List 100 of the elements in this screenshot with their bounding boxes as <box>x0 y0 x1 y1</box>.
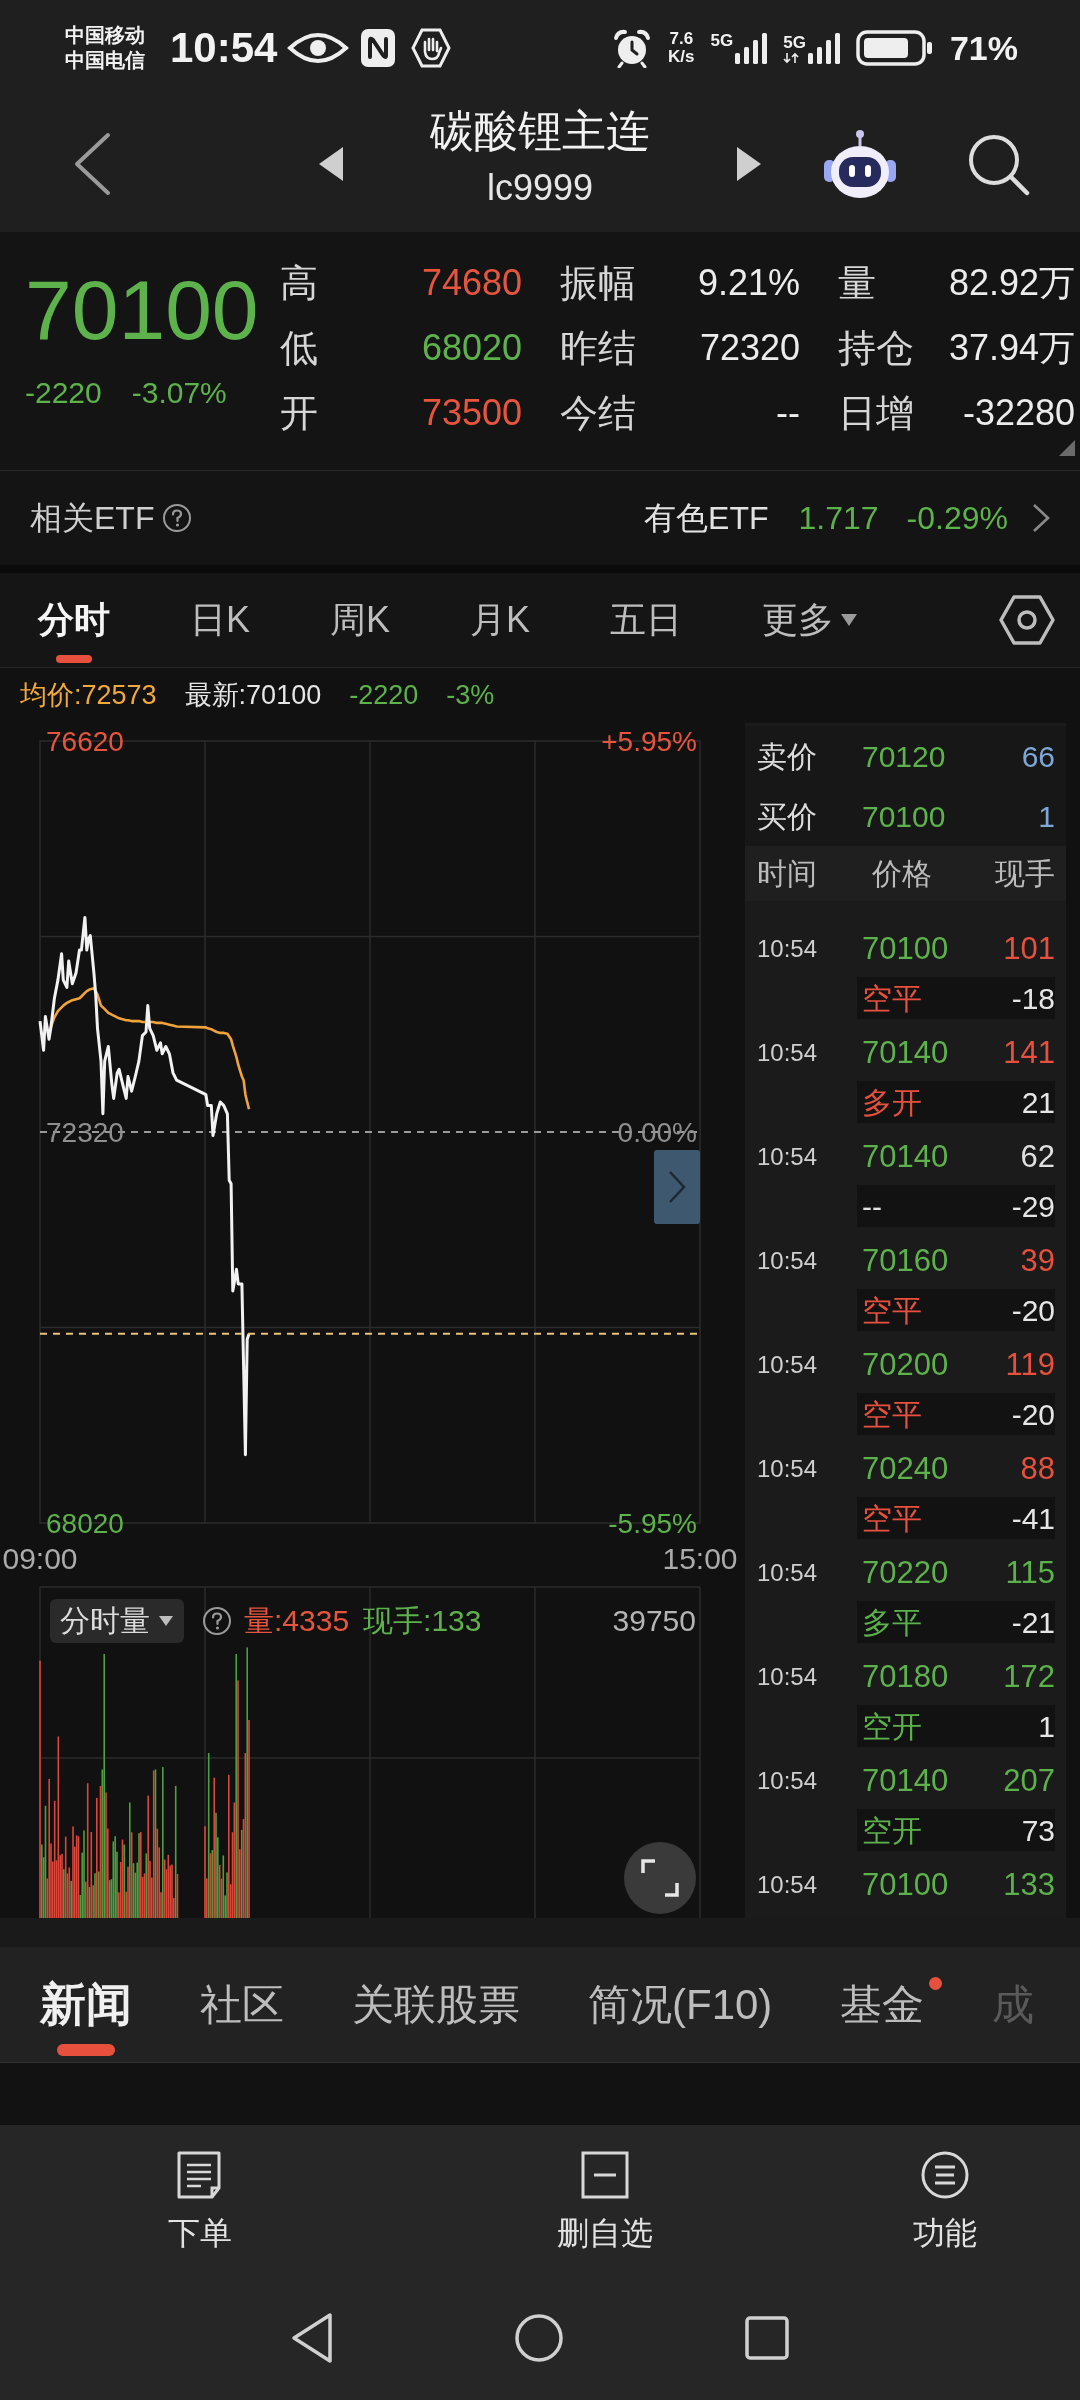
next-triangle-icon[interactable] <box>736 145 762 182</box>
position-change: -21 <box>1011 1604 1055 1641</box>
trade-volume: 115 <box>1005 1553 1055 1592</box>
home-icon[interactable] <box>514 2312 564 2363</box>
chart-tab[interactable]: 分时 <box>38 573 110 667</box>
position-change: 21 <box>1021 1084 1055 1121</box>
recent-apps-icon[interactable] <box>744 2314 790 2361</box>
stat-value: 72320 <box>699 325 800 370</box>
trade-time: 10:54 <box>757 934 819 964</box>
side-panel-toggle[interactable] <box>654 1150 700 1224</box>
last-volume-reading: 现手:133 <box>363 1603 482 1639</box>
column-header: 价格 <box>872 856 932 892</box>
position-change: 1 <box>1038 1708 1055 1745</box>
trade-time: 10:54 <box>757 1454 819 1484</box>
previous-triangle-icon[interactable] <box>318 145 344 182</box>
section-tab[interactable]: 基金 <box>840 1947 943 2062</box>
trade-volume: 88 <box>1020 1449 1055 1488</box>
last-price: 70100 <box>25 268 260 352</box>
trade-type: 空平 <box>862 1500 922 1537</box>
chevron-right-icon[interactable] <box>1032 503 1050 533</box>
trade-type: 空平 <box>862 1292 922 1329</box>
section-tab[interactable]: 简况(F10) <box>588 1947 773 2062</box>
axis-label: 76620 <box>46 726 124 757</box>
etf-change: -0.29% <box>906 499 1008 538</box>
average-price: 均价:72573 <box>20 679 157 713</box>
chart-tab[interactable]: 月K <box>470 573 531 667</box>
trade-time: 10:54 <box>757 1766 819 1796</box>
quote-label: 买价 <box>757 798 818 835</box>
stat-label: 振幅 <box>560 260 636 305</box>
stat-label: 低 <box>280 325 318 370</box>
volume-type-dropdown[interactable]: 分时量 <box>50 1598 184 1643</box>
trade-type: 空开 <box>862 1812 922 1849</box>
trade-price: 70140 <box>862 1137 949 1176</box>
position-change: -41 <box>1011 1500 1055 1537</box>
section-tab[interactable]: 新闻 <box>40 1947 132 2062</box>
price-change: -2220 <box>349 679 419 713</box>
trade-volume: 119 <box>1005 1345 1055 1384</box>
chevron-right-icon <box>668 1170 686 1204</box>
carrier-name: 中国移动 <box>65 22 146 48</box>
trade-price: 70220 <box>862 1553 949 1592</box>
stat-value: 82.92万 <box>948 260 1075 305</box>
column-header: 现手 <box>995 856 1055 892</box>
data-arrows-icon <box>783 51 800 64</box>
clock-time: 10:54 <box>170 26 278 69</box>
back-icon[interactable] <box>290 2311 334 2364</box>
trade-price: 70140 <box>862 1761 949 1800</box>
percent-change: -3% <box>446 679 495 713</box>
back-icon[interactable] <box>72 131 112 196</box>
signal-icon <box>735 31 768 64</box>
battery-icon <box>855 29 934 66</box>
trade-time: 10:54 <box>757 1870 819 1900</box>
chart-tab[interactable]: 周K <box>330 573 391 667</box>
speed-unit: K/s <box>668 47 695 66</box>
functions-button[interactable]: 功能 <box>810 2125 1080 2275</box>
trade-type: 空平 <box>862 980 922 1017</box>
chart-tab[interactable]: 日K <box>190 573 250 667</box>
nfc-icon <box>360 27 397 68</box>
chart-tab[interactable]: 更多 <box>762 573 859 667</box>
trade-type: 多开 <box>862 1084 922 1121</box>
corner-triangle-icon[interactable] <box>1059 440 1075 456</box>
etf-name[interactable]: 有色ETF <box>644 494 769 542</box>
position-change: 73 <box>1021 1812 1055 1849</box>
section-tab[interactable]: 社区 <box>200 1947 284 2062</box>
caret-down-icon <box>840 613 859 627</box>
position-change: -20 <box>1011 1292 1055 1329</box>
trade-volume: 172 <box>1003 1657 1055 1696</box>
quote-label: 卖价 <box>757 738 818 775</box>
trade-volume: 62 <box>1020 1137 1055 1176</box>
axis-label: 09:00 <box>2 1542 78 1575</box>
alarm-clock-icon <box>612 27 653 68</box>
remove-watchlist-button[interactable]: 删自选 <box>400 2125 810 2275</box>
help-icon[interactable] <box>162 503 193 533</box>
trade-price: 70100 <box>862 929 949 968</box>
order-button[interactable]: 下单 <box>0 2125 400 2275</box>
stat-label: 日增 <box>838 390 914 435</box>
trade-type: 多平 <box>862 1604 922 1641</box>
trade-volume: 101 <box>1003 929 1055 968</box>
trade-type: -- <box>862 1188 882 1225</box>
chart-tab[interactable]: 五日 <box>610 573 683 667</box>
stat-label: 持仓 <box>838 325 914 370</box>
stat-label: 开 <box>280 390 318 435</box>
axis-label: -5.95% <box>608 1508 697 1539</box>
trade-type: 空平 <box>862 1396 922 1433</box>
axis-label: 68020 <box>46 1508 124 1539</box>
caret-down-icon <box>158 1614 174 1627</box>
stat-value: 73500 <box>421 390 522 435</box>
section-tab[interactable]: 关联股票 <box>352 1947 520 2062</box>
trade-time: 10:54 <box>757 1142 819 1172</box>
settings-icon[interactable] <box>999 595 1055 645</box>
help-icon[interactable] <box>202 1605 232 1636</box>
trade-price: 70200 <box>862 1345 949 1384</box>
trade-volume: 141 <box>1003 1033 1055 1072</box>
trade-time: 10:54 <box>757 1662 819 1692</box>
axis-label: 15:00 <box>662 1542 738 1575</box>
axis-label: 0.00% <box>617 1117 697 1148</box>
price-change: -2220 <box>25 376 102 410</box>
stat-label: 今结 <box>560 390 636 435</box>
axis-label: 39750 <box>612 1603 696 1639</box>
position-change: -18 <box>1011 980 1055 1017</box>
quote-volume: 66 <box>1021 738 1055 775</box>
